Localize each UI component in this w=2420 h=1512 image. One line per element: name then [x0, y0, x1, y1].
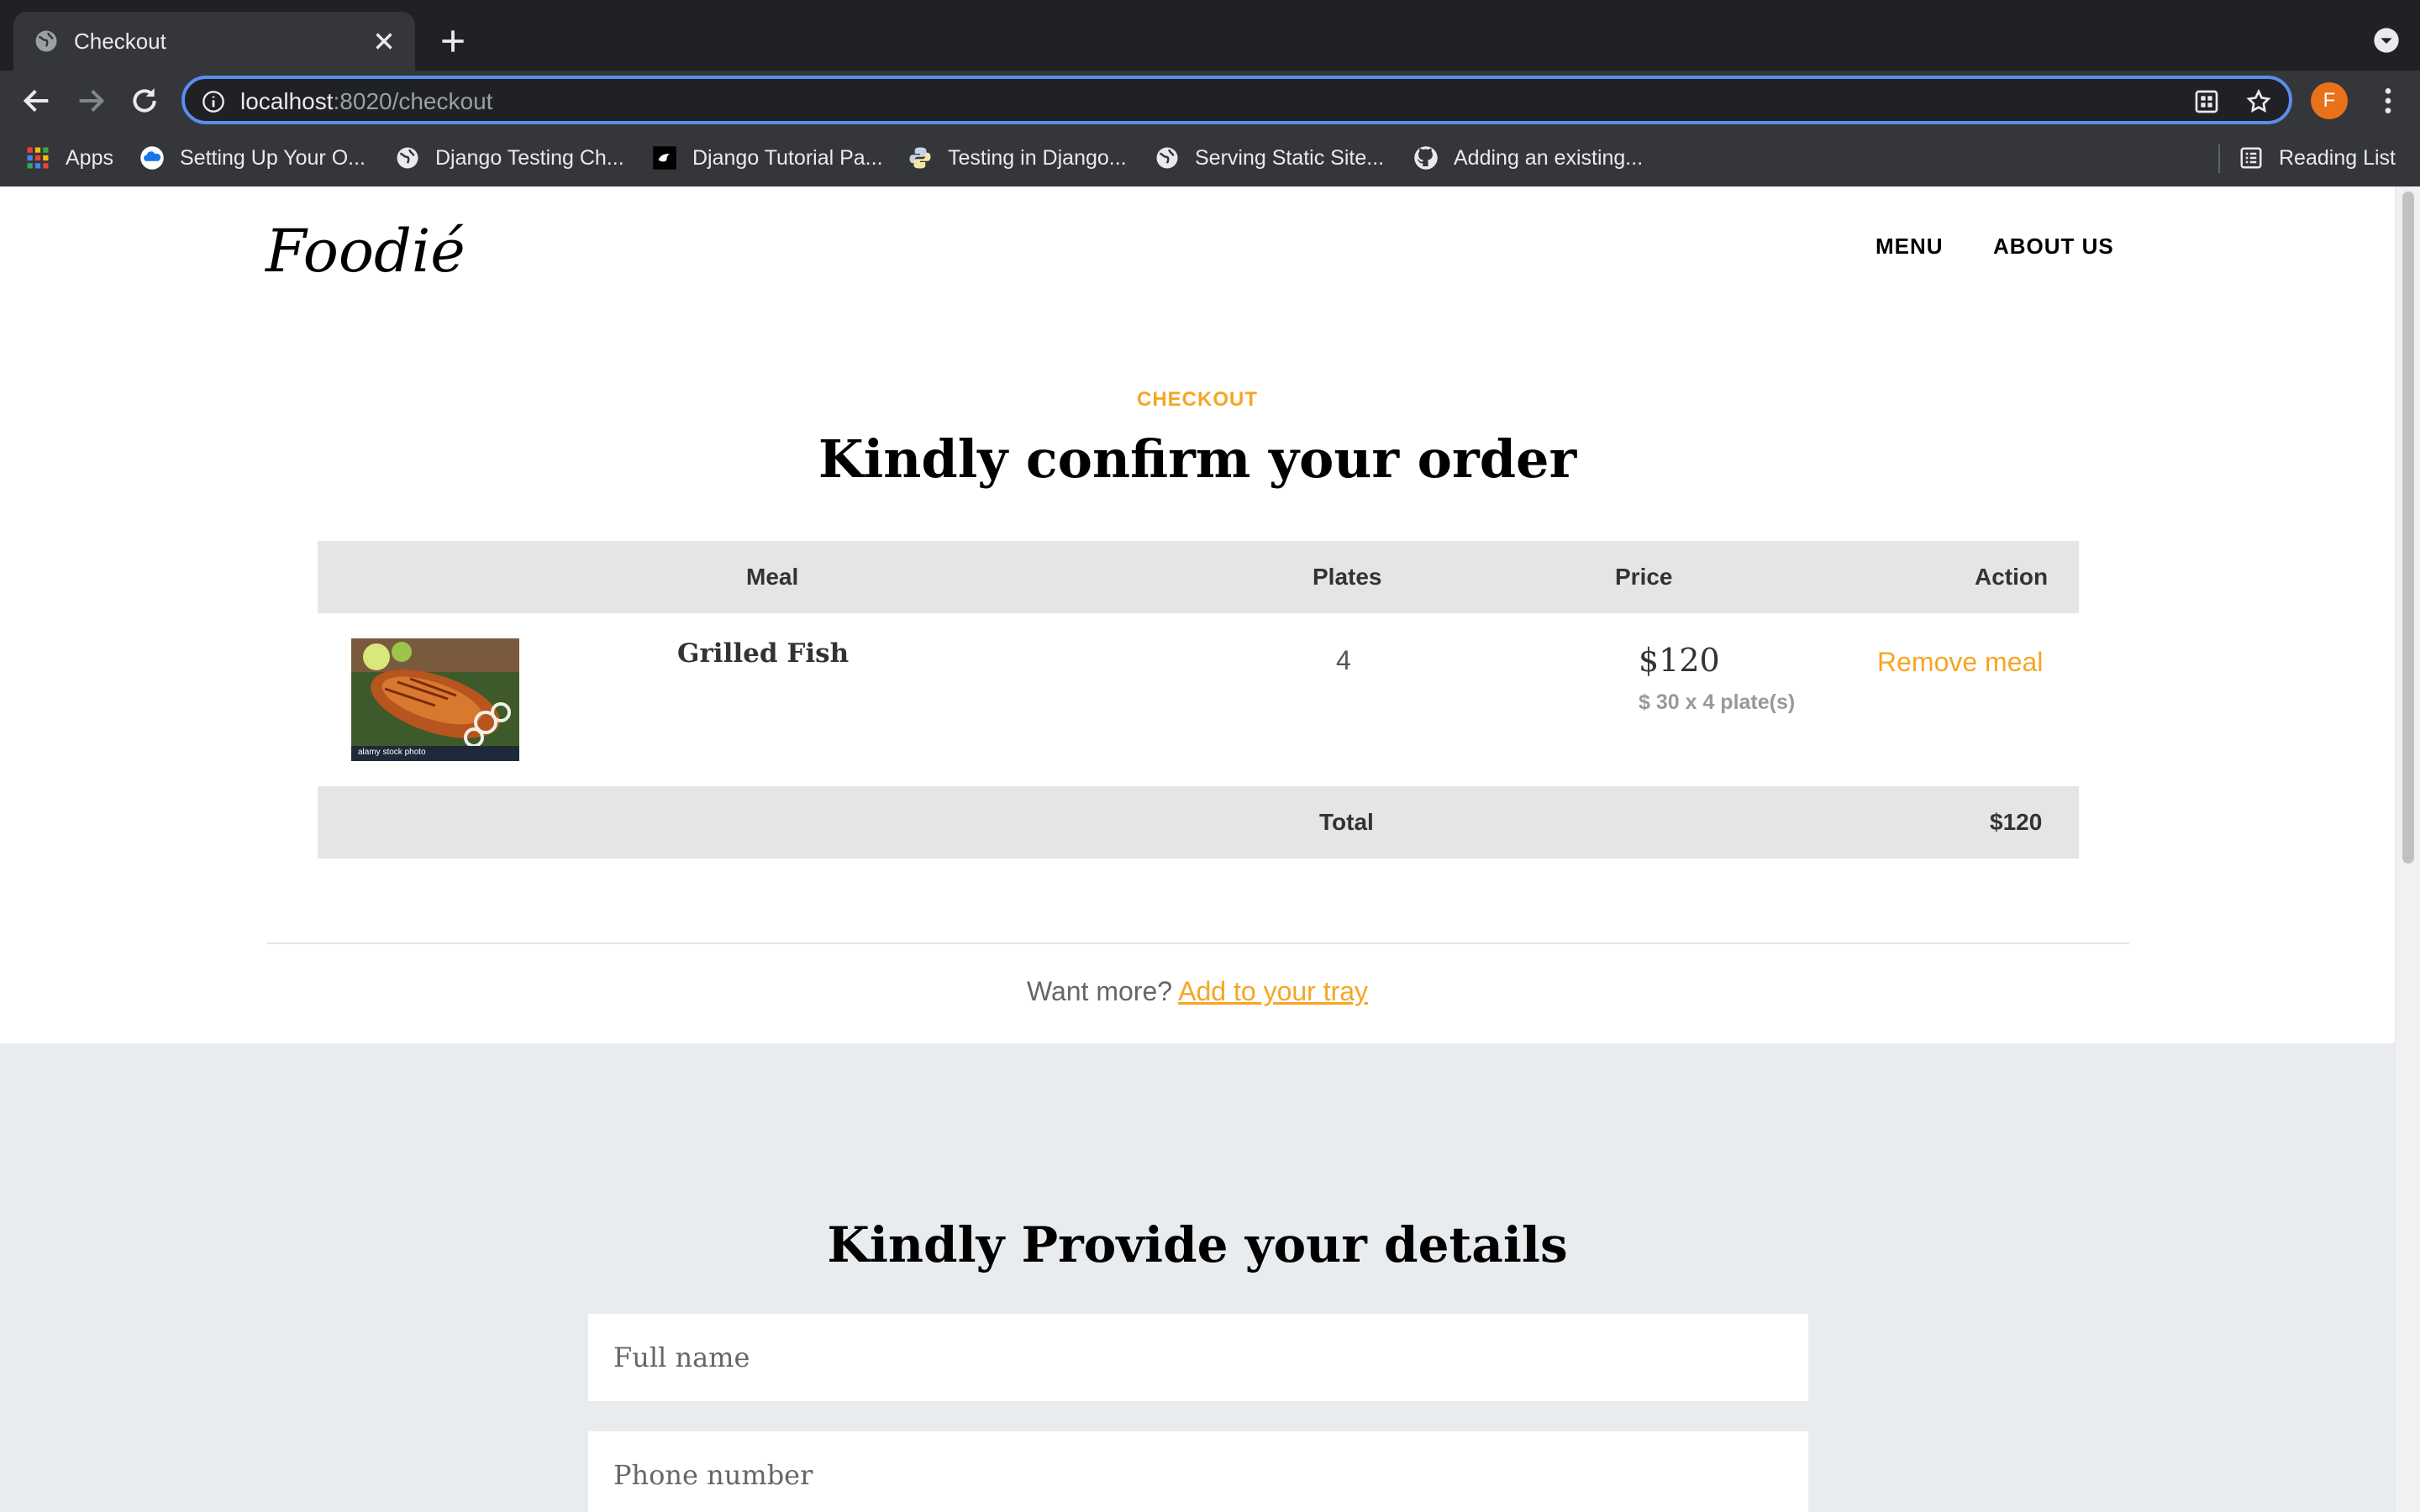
page-viewport: Foodié MENU ABOUT US CHECKOUT Kindly con…	[0, 186, 2420, 1512]
bookmark-django-testing[interactable]: Django Testing Ch...	[395, 141, 624, 175]
bookmark-serving-static[interactable]: Serving Static Site...	[1155, 141, 1384, 175]
browser-tabstrip: Checkout	[0, 0, 2420, 71]
column-header-price: Price	[1615, 564, 1673, 590]
plates-count: 4	[1336, 645, 1351, 675]
column-header-meal: Meal	[746, 564, 799, 590]
bookmarks-divider	[2218, 144, 2220, 173]
bookmark-setting-up[interactable]: Setting Up Your O...	[139, 141, 366, 175]
github-icon	[1414, 146, 1438, 170]
want-more-text: Want more?	[1026, 976, 1173, 1006]
bookmark-label: Testing in Django...	[948, 145, 1127, 170]
globe-icon	[1156, 147, 1178, 169]
meal-image: alamy stock photo	[351, 638, 519, 761]
order-table-header: Meal Plates Price Action	[318, 541, 2079, 613]
bookmark-label: Setting Up Your O...	[180, 145, 366, 170]
total-label: Total	[1319, 809, 1374, 835]
section-eyebrow: CHECKOUT	[1137, 388, 1258, 411]
bookmark-label: Django Tutorial Pa...	[692, 145, 883, 170]
tab-title: Checkout	[74, 29, 166, 54]
nav-about-us[interactable]: ABOUT US	[1993, 234, 2114, 260]
details-title: Kindly Provide your details	[827, 1216, 1568, 1273]
forward-arrow-icon[interactable]	[74, 84, 108, 118]
reading-list-icon	[2240, 147, 2262, 169]
address-bar[interactable]: localhost:8020/checkout	[182, 76, 2292, 124]
bookmark-label: Serving Static Site...	[1195, 145, 1385, 170]
bookmark-label: Apps	[66, 145, 113, 170]
add-to-tray-link[interactable]: Add to your tray	[1178, 976, 1368, 1006]
more-options-icon[interactable]	[2371, 84, 2405, 118]
bookmark-django-tutorial[interactable]: Django Tutorial Pa...	[652, 141, 883, 175]
tab-search-icon[interactable]	[2373, 27, 2400, 54]
page-title: Kindly confirm your order	[818, 428, 1577, 490]
url-host: localhost	[240, 88, 334, 114]
scrollbar-thumb[interactable]	[2402, 192, 2414, 864]
bookmark-star-icon[interactable]	[2245, 88, 2272, 115]
python-icon	[909, 147, 931, 169]
meal-name: Grilled Fish	[677, 638, 850, 669]
reading-list-button[interactable]: Reading List	[2238, 141, 2396, 175]
back-arrow-icon[interactable]	[20, 84, 54, 118]
price-breakdown: $ 30 x 4 plate(s)	[1639, 690, 1796, 714]
close-icon[interactable]	[370, 27, 398, 55]
new-tab-icon[interactable]	[437, 25, 469, 57]
divider	[267, 942, 2129, 944]
bookmark-label: Django Testing Ch...	[435, 145, 624, 170]
column-header-action: Action	[1975, 564, 2049, 590]
address-url[interactable]: localhost:8020/checkout	[240, 87, 492, 117]
order-total-row: Total $120	[318, 786, 2079, 858]
tab-checkout[interactable]: Checkout	[13, 12, 415, 71]
bookmark-label: Adding an existing...	[1454, 145, 1644, 170]
nav-menu[interactable]: MENU	[1876, 234, 1944, 260]
site-logo[interactable]: Foodié	[266, 213, 466, 289]
grilled-fish-photo	[351, 638, 519, 761]
reading-list-label: Reading List	[2279, 145, 2396, 170]
phone-number-input[interactable]	[588, 1431, 1808, 1512]
want-more-prompt: Want more? Add to your tray	[0, 976, 2395, 1007]
qr-code-icon[interactable]	[2193, 88, 2220, 115]
bookmark-adding-existing[interactable]: Adding an existing...	[1413, 141, 1643, 175]
full-name-input[interactable]	[588, 1314, 1808, 1401]
globe-icon	[397, 147, 418, 169]
remove-meal-link[interactable]: Remove meal	[1877, 647, 2043, 678]
globe-icon	[35, 30, 57, 52]
reload-icon[interactable]	[128, 84, 161, 118]
url-path: :8020/checkout	[333, 88, 493, 114]
django-icon	[653, 146, 676, 170]
page-scrollbar[interactable]	[2395, 186, 2420, 1512]
bookmarks-bar: Apps Setting Up Your O... Django Testing…	[0, 131, 2420, 186]
column-header-plates: Plates	[1313, 564, 1382, 590]
bookmark-testing-django[interactable]: Testing in Django...	[908, 141, 1127, 175]
browser-toolbar: localhost:8020/checkout F	[0, 71, 2420, 131]
profile-avatar[interactable]: F	[2311, 82, 2348, 119]
cloud-icon	[140, 146, 164, 170]
image-watermark: alamy stock photo	[358, 748, 426, 757]
price-value: $120	[1639, 642, 1720, 679]
info-icon[interactable]	[202, 90, 225, 113]
apps-grid-icon	[27, 147, 49, 169]
total-value: $120	[1990, 809, 2043, 835]
bookmark-apps[interactable]: Apps	[25, 141, 113, 175]
details-section: Kindly Provide your details	[0, 1043, 2395, 1512]
